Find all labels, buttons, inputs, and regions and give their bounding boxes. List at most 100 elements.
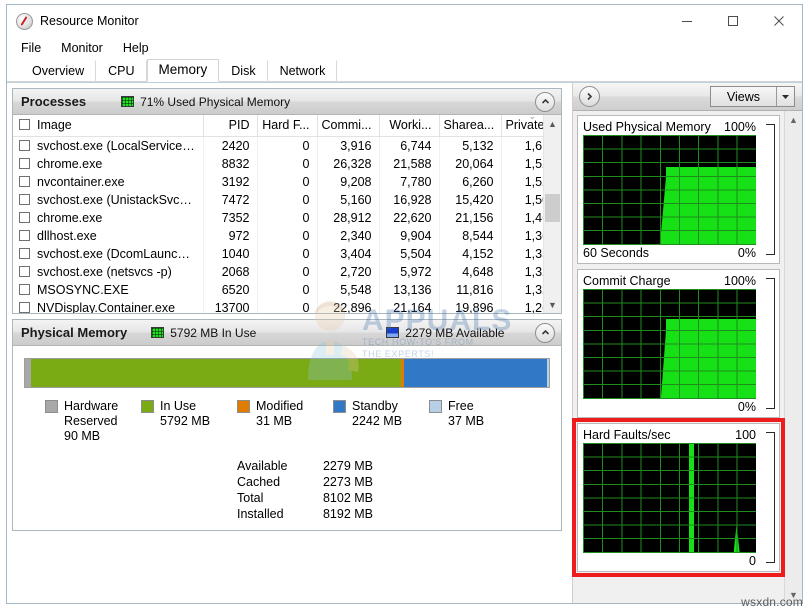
table-row[interactable]: NVDisplay.Container.exe 13700 0 22,896 21,16… — [13, 299, 543, 313]
used-physical-memory-graph-title: Used Physical Memory — [583, 120, 711, 134]
table-cell: 15,420 — [439, 191, 502, 209]
column-header-image[interactable]: Image — [13, 115, 204, 137]
row-checkbox[interactable] — [19, 212, 30, 223]
processes-header[interactable]: Processes 71% Used Physical Memory — [13, 89, 561, 115]
physical-memory-available-status: 2279 MB Available — [386, 326, 504, 340]
used-physical-memory-graph: Used Physical Memory 100% 60 Seconds 0% — [577, 115, 780, 264]
maximize-button[interactable] — [710, 5, 756, 37]
hard-faults-graph-max: 100 — [735, 428, 756, 442]
scroll-up-arrow-icon[interactable]: ▲ — [544, 115, 561, 132]
table-cell: 0 — [257, 173, 318, 191]
processes-collapse-button[interactable] — [535, 91, 555, 112]
table-cell: 5,548 — [317, 281, 380, 299]
table-row[interactable]: chrome.exe 8832026,32821,58820,064 1,524 — [13, 155, 543, 173]
row-checkbox[interactable] — [19, 266, 30, 277]
table-cell: 13,136 — [379, 281, 440, 299]
table-cell: 3,916 — [317, 136, 380, 155]
row-checkbox[interactable] — [19, 230, 30, 241]
column-header-hard-faults[interactable]: Hard F... — [257, 115, 318, 137]
legend-item: Hardware Reserved 90 MB — [45, 399, 141, 444]
memory-stats: Available 2279 MB Cached 2273 MB Total 8102 M… — [237, 458, 550, 522]
row-checkbox[interactable] — [19, 248, 30, 259]
graphs-scrollbar[interactable]: ▲ ▼ — [784, 111, 802, 603]
tab-overview[interactable]: Overview — [20, 60, 97, 82]
hard-faults-graph-axis: 0 — [583, 553, 774, 569]
graphs-toolbar: Views — [573, 83, 802, 111]
table-cell: 21,164 — [379, 299, 440, 313]
close-button[interactable] — [756, 5, 802, 37]
memory-stat-value: 2279 MB — [322, 459, 373, 473]
views-button[interactable]: Views — [709, 86, 795, 107]
hard-faults-plot — [583, 443, 756, 553]
table-cell: 6,744 — [379, 136, 440, 155]
graphs-scroll-up-arrow-icon[interactable]: ▲ — [785, 111, 802, 128]
memory-bar-segment-in-use — [30, 359, 401, 387]
table-row[interactable]: svchost.exe (LocalServiceNet... 2420 0 3,91… — [13, 136, 543, 155]
table-cell: 1,508 — [524, 193, 543, 207]
window-title: Resource Monitor — [40, 14, 139, 28]
physical-memory-header[interactable]: Physical Memory 5792 MB In Use 2279 MB A… — [13, 320, 561, 346]
table-row[interactable]: svchost.exe (UnistackSvcGro... 7472 0 5,160… — [13, 191, 543, 209]
tab-memory[interactable]: Memory — [146, 59, 220, 82]
row-checkbox[interactable] — [19, 194, 30, 205]
menu-monitor[interactable]: Monitor — [59, 39, 112, 57]
used-physical-memory-area — [666, 166, 756, 245]
row-checkbox[interactable] — [19, 302, 30, 313]
commit-charge-graph-axis: 0% — [583, 399, 774, 415]
table-cell: 2,720 — [317, 263, 380, 281]
table-cell: 1,324 — [524, 265, 543, 279]
table-row[interactable]: dllhost.exe 97202,3409,9048,544 1,360 — [13, 227, 543, 245]
hard-faults-graph-min: 0 — [749, 554, 756, 568]
memory-stat-key: Cached — [237, 475, 281, 489]
processes-scroll-thumb[interactable] — [545, 194, 560, 222]
table-cell: 972 — [203, 227, 258, 245]
processes-scroll-track[interactable] — [544, 132, 561, 296]
tab-cpu[interactable]: CPU — [96, 60, 147, 82]
legend-item: Free 37 MB — [429, 399, 525, 444]
table-row[interactable]: MSOSYNC.EXE 652005,54813,13611,816 1,320 — [13, 281, 543, 299]
row-checkbox[interactable] — [19, 176, 30, 187]
row-checkbox[interactable] — [19, 284, 30, 295]
memory-usage-bar — [24, 358, 550, 388]
legend-color-swatch — [141, 400, 154, 413]
physical-memory-panel: Physical Memory 5792 MB In Use 2279 MB A… — [12, 319, 562, 531]
legend-text: Hardware Reserved 90 MB — [64, 399, 119, 443]
tab-disk[interactable]: Disk — [219, 60, 268, 82]
cell-image: MSOSYNC.EXE — [37, 283, 129, 297]
column-header-working-set[interactable]: Worki... — [379, 115, 440, 137]
legend-text: Modified 31 MB — [256, 399, 304, 428]
column-header-commit[interactable]: Commi... — [317, 115, 380, 137]
column-header-private[interactable]: ⌄Private ... — [501, 115, 543, 137]
row-checkbox[interactable] — [19, 158, 30, 169]
physical-memory-title: Physical Memory — [21, 325, 128, 340]
tab-network[interactable]: Network — [268, 60, 338, 82]
hard-faults-graph: Hard Faults/sec 100 0 — [572, 418, 785, 577]
table-cell: 8832 — [203, 155, 258, 173]
physical-memory-collapse-button[interactable] — [535, 322, 555, 343]
legend-item: Standby 2242 MB — [333, 399, 429, 444]
menu-file[interactable]: File — [19, 39, 50, 57]
column-header-shareable[interactable]: Sharea... — [439, 115, 502, 137]
expand-panel-button[interactable] — [579, 86, 600, 107]
memory-stat-value: 8192 MB — [322, 507, 373, 521]
table-cell: 1,464 — [524, 211, 543, 225]
table-row[interactable]: svchost.exe (DcomLaunch -p) 1040 0 3,404 5,5… — [13, 245, 543, 263]
processes-scrollbar[interactable]: ▲ ▼ — [543, 115, 561, 313]
table-row[interactable]: nvcontainer.exe 319209,2087,7806,260 1,520 — [13, 173, 543, 191]
menu-help[interactable]: Help — [121, 39, 158, 57]
table-cell: 9,904 — [379, 227, 440, 245]
memory-stat-row: Installed 8192 MB — [237, 506, 550, 522]
commit-charge-scale-bracket — [766, 278, 775, 409]
row-checkbox[interactable] — [19, 140, 30, 151]
select-all-checkbox[interactable] — [19, 119, 30, 130]
legend-color-swatch — [237, 400, 250, 413]
table-row[interactable]: chrome.exe 7352028,91222,62021,156 1,464 — [13, 209, 543, 227]
views-dropdown-caret[interactable] — [777, 87, 794, 106]
table-cell: 0 — [257, 263, 318, 281]
column-header-pid[interactable]: PID — [203, 115, 258, 137]
scroll-down-arrow-icon[interactable]: ▼ — [544, 296, 561, 313]
column-header-private-label: Private ... — [505, 118, 544, 132]
table-row[interactable]: svchost.exe (netsvcs -p) 2068 0 2,720 5,972 4… — [13, 263, 543, 281]
graphs-scroll-area: Used Physical Memory 100% 60 Seconds 0% — [572, 111, 802, 603]
minimize-button[interactable] — [664, 5, 710, 37]
